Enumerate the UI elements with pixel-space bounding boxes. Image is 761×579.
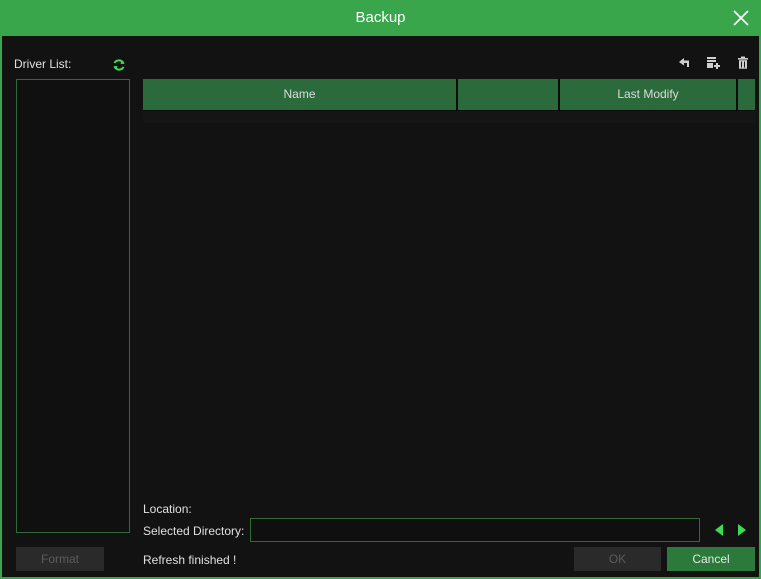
column-extra — [738, 79, 755, 110]
close-icon[interactable] — [729, 6, 753, 30]
dialog-title: Backup — [355, 9, 406, 26]
cancel-button[interactable]: Cancel — [667, 547, 755, 571]
selected-directory-field[interactable] — [250, 518, 700, 542]
driver-list-label: Driver List: — [14, 57, 72, 71]
backup-dialog: Backup Driver List: Name Last Modify Loc… — [0, 0, 761, 579]
next-arrow-icon[interactable] — [735, 523, 749, 537]
location-label: Location: — [143, 502, 192, 516]
refresh-icon[interactable] — [112, 58, 126, 72]
format-button[interactable]: Format — [16, 547, 104, 571]
column-size[interactable] — [458, 79, 558, 110]
file-table-header: Name Last Modify — [143, 79, 755, 111]
previous-arrow-icon[interactable] — [712, 523, 726, 537]
column-name[interactable]: Name — [143, 79, 456, 110]
status-text: Refresh finished ! — [143, 553, 237, 567]
ok-button[interactable]: OK — [574, 547, 661, 571]
file-table-body[interactable] — [143, 111, 755, 123]
column-last-modify[interactable]: Last Modify — [560, 79, 736, 110]
delete-icon[interactable] — [735, 55, 751, 71]
back-icon[interactable] — [677, 55, 693, 71]
selected-directory-label: Selected Directory: — [143, 524, 245, 538]
title-bar: Backup — [2, 0, 759, 36]
new-folder-icon[interactable] — [705, 55, 721, 71]
driver-list[interactable] — [16, 79, 130, 533]
